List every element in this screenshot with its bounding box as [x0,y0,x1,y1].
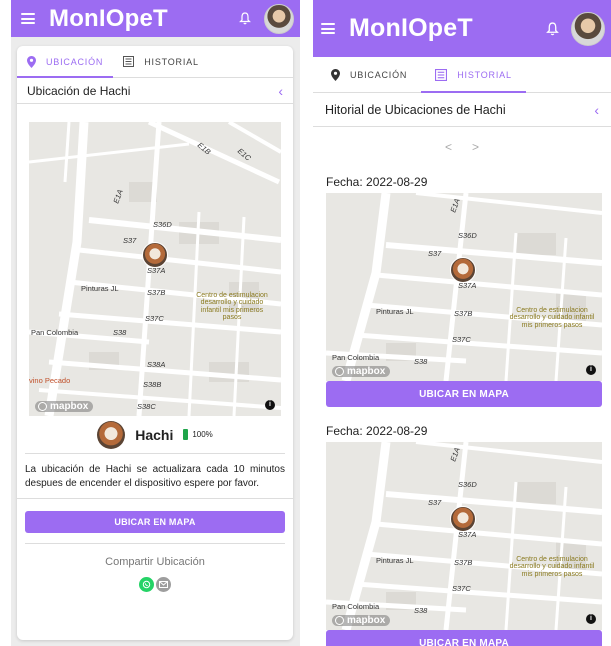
place-label: Pan Colombia [31,328,79,337]
share-options [17,577,293,592]
street-label: S37B [454,309,473,318]
street-label: S38 [414,357,428,366]
street-label: S36D [458,480,477,489]
tab-label: HISTORIAL [144,56,199,67]
location-map[interactable]: E1B E1C E1A S36D S37 S37A S37B S37C S38 … [29,122,281,416]
street-label: S38 [113,328,127,337]
location-screen: MonIOpeT UBICACIÓN HISTORIAL Ubicación d… [11,0,300,646]
section-header: Ubicación de Hachi ‹ [17,78,293,104]
map-info-icon[interactable]: i [265,400,275,410]
street-label: S37 [123,236,137,245]
pager-prev-button[interactable]: < [445,140,452,154]
tab-historial[interactable]: HISTORIAL [421,57,526,93]
mapbox-logo: mapbox [35,401,94,412]
pet-status-row: Hachi 100% [25,416,285,454]
tab-ubicacion[interactable]: UBICACIÓN [17,46,114,78]
history-entry: Fecha: 2022-08-29 E1A S36D S37 S37A S37B… [313,424,611,646]
pet-avatar [97,420,126,449]
section-header: Hitorial de Ubicaciones de Hachi ‹ [313,93,611,127]
bell-icon[interactable] [234,8,256,30]
user-avatar[interactable] [571,11,605,46]
tab-bar: UBICACIÓN HISTORIAL [313,57,611,93]
pet-location-marker[interactable] [450,257,476,283]
tab-historial[interactable]: HISTORIAL [113,46,209,77]
app-title: MonIOpeT [49,4,168,32]
history-pager: < > [313,137,611,157]
share-label: Compartir Ubicación [105,556,205,568]
bell-icon[interactable] [541,18,563,40]
chevron-left-icon[interactable]: ‹ [278,83,283,99]
app-bar: MonIOpeT [11,0,300,37]
menu-icon[interactable] [21,13,35,24]
locate-on-map-button[interactable]: UBICAR EN MAPA [25,511,285,533]
place-label: Pan Colombia [332,353,380,362]
locate-on-map-button[interactable]: UBICAR EN MAPA [326,381,602,407]
tab-bar: UBICACIÓN HISTORIAL [17,46,293,78]
app-title: MonIOpeT [349,14,473,42]
history-entry: Fecha: 2022-08-29 E1A S36D S37 S37A S37B… [313,175,611,407]
street-label: S37 [428,249,442,258]
history-screen: MonIOpeT UBICACIÓN HISTORIAL Hitorial de… [313,0,611,646]
map-pin-icon [331,68,340,81]
street-label: S37C [452,335,471,344]
history-map[interactable]: E1A S36D S37 S37A S37B S37C S38 Pinturas… [326,442,602,630]
tab-ubicacion[interactable]: UBICACIÓN [313,57,421,92]
map-info-icon[interactable]: i [586,365,596,375]
list-icon [123,56,135,67]
pet-name: Hachi [135,426,174,443]
menu-icon[interactable] [321,23,335,34]
street-label: S38C [137,402,156,411]
whatsapp-icon[interactable] [139,577,154,592]
entry-date: Fecha: 2022-08-29 [326,175,428,189]
poi-label: Centro de estimulacion desarrollo y cuid… [196,292,268,322]
street-label: S37C [452,584,471,593]
poi-label: Centro de estimulacion desarrollo y cuid… [509,556,595,578]
place-label: Pinturas JL [81,284,119,293]
pet-location-marker[interactable] [450,506,476,532]
locate-on-map-button[interactable]: UBICAR EN MAPA [326,630,602,646]
map-pin-icon [27,55,36,68]
app-bar: MonIOpeT [313,0,611,57]
history-map[interactable]: E1A S36D S37 S37A S37B S37C S38 Pinturas… [326,193,602,381]
battery-indicator: 100% [183,429,213,440]
mapbox-logo: mapbox [332,366,391,377]
info-message: La ubicación de Hachi se actualizara cad… [17,454,293,499]
street-label: S37B [147,288,166,297]
tab-label: HISTORIAL [457,69,512,80]
chevron-left-icon[interactable]: ‹ [594,102,599,118]
pager-next-button[interactable]: > [472,140,479,154]
street-label: S38B [143,380,162,389]
section-title: Ubicación de Hachi [27,83,131,98]
place-label: vino Pecado [29,376,71,385]
mapbox-logo: mapbox [332,615,391,626]
poi-label: Centro de estimulacion desarrollo y cuid… [509,307,595,329]
place-label: Pan Colombia [332,602,380,611]
street-label: S36D [458,231,477,240]
street-label: S37 [428,498,442,507]
pet-location-marker[interactable] [142,242,168,268]
battery-icon [183,429,189,440]
section-title: Hitorial de Ubicaciones de Hachi [325,102,506,117]
place-label: Pinturas JL [376,556,414,565]
street-label: S36D [153,220,172,229]
street-label: S37C [145,314,164,323]
user-avatar[interactable] [264,3,294,34]
location-card: UBICACIÓN HISTORIAL Ubicación de Hachi ‹ [17,46,293,640]
mail-icon[interactable] [156,577,171,592]
street-label: S38A [147,360,166,369]
tab-label: UBICACIÓN [350,69,408,80]
street-label: S37B [454,558,473,567]
street-label: S38 [414,606,428,615]
map-info-icon[interactable]: i [586,614,596,624]
entry-date: Fecha: 2022-08-29 [326,424,428,438]
tab-label: UBICACIÓN [46,56,104,67]
list-icon [435,68,448,81]
place-label: Pinturas JL [376,307,414,316]
